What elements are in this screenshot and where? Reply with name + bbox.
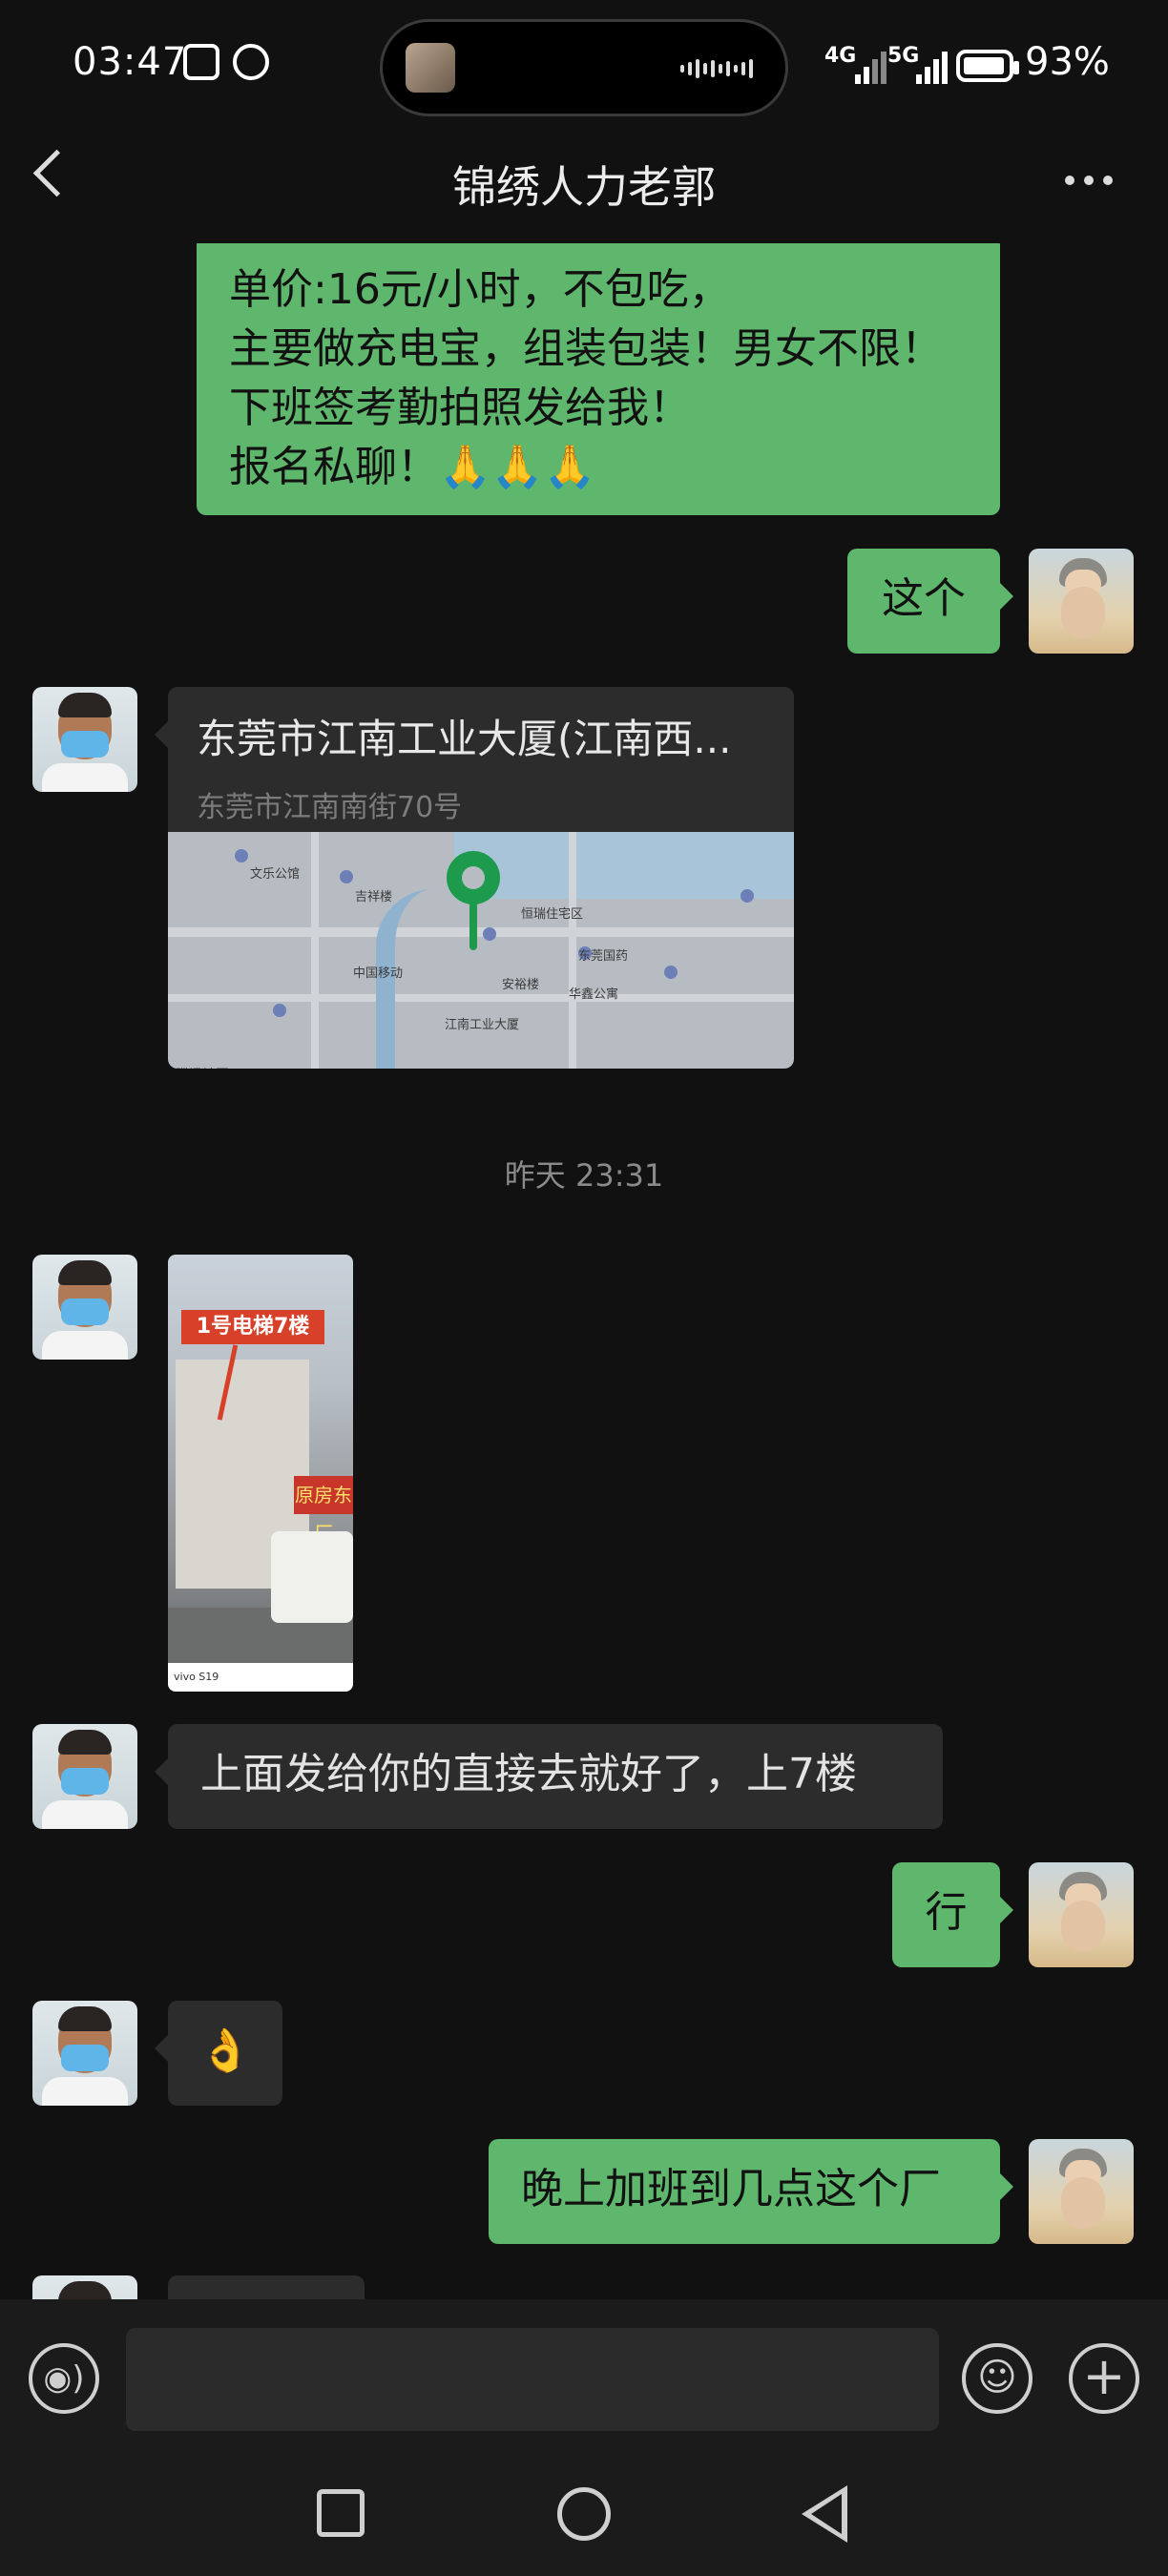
avatar-other[interactable] (32, 2001, 137, 2106)
avatar-other[interactable] (32, 1724, 137, 1829)
media-thumbnail (406, 43, 455, 93)
message-line: 下班签考勤拍照发给我！ (229, 384, 691, 432)
battery-percent: 93% (1025, 40, 1110, 84)
alarm-icon (233, 44, 269, 80)
avatar-self[interactable] (1029, 2139, 1134, 2244)
timestamp: 昨天 23:31 (504, 1157, 664, 1194)
map-pin-icon (447, 851, 500, 904)
photo-banner-text: 原房东厂 (294, 1476, 353, 1545)
nfc-icon (183, 44, 219, 80)
dynamic-island[interactable] (380, 19, 788, 116)
map-label: 恒瑞住宅区 (521, 907, 584, 922)
map-preview[interactable]: 文乐公馆 吉祥楼 江南工业大厦 东莞国药 华鑫公寓 恒瑞住宅区 中国移动 安裕楼… (168, 832, 794, 1069)
signal-icon-1 (855, 46, 886, 84)
location-title: 东莞市江南工业大厦(江南西... (197, 716, 732, 762)
battery-icon (956, 50, 1019, 82)
chat-area[interactable]: 单价:16元/小时，不包吃， 主要做充电宝，组装包装！男女不限！ 下班签考勤拍照… (0, 243, 1168, 2299)
emoji-icon[interactable]: ☺ (962, 2343, 1032, 2414)
photo-sign-text: 1号电梯7楼 (181, 1310, 324, 1344)
network-label-4g: 4G (824, 44, 857, 68)
audio-wave-icon (680, 58, 757, 79)
chat-title: 锦绣人力老郭 (452, 161, 716, 213)
signal-icon-2 (916, 46, 948, 84)
system-navigation-bar (0, 2457, 1168, 2576)
message-bubble-other[interactable]: 👌 (155, 2001, 282, 2106)
map-label: 吉祥楼 (355, 890, 393, 904)
voice-icon[interactable]: ◉) (29, 2343, 99, 2414)
avatar-other[interactable] (32, 1255, 137, 1360)
message-bubble-self[interactable]: 单价:16元/小时，不包吃， 主要做充电宝，组装包装！男女不限！ 下班签考勤拍照… (197, 243, 1000, 515)
recent-apps-icon[interactable] (317, 2489, 365, 2537)
map-credit: 腾讯地图 (176, 1046, 229, 1069)
message-bubble-self[interactable]: 晚上加班到几点这个厂 (489, 2139, 1013, 2244)
message-bubble-self[interactable]: 这个 (847, 549, 1013, 654)
status-time: 03:47 (73, 40, 188, 84)
message-bubble-self[interactable]: 行 (892, 1862, 1013, 1967)
message-bubble-other[interactable]: 上面发给你的直接去就好了，上7楼 (155, 1724, 943, 1829)
more-icon[interactable] (1065, 176, 1113, 185)
location-card[interactable]: 东莞市江南工业大厦(江南西... 东莞市江南南街70号 文乐公馆 吉祥楼 江南工… (155, 687, 794, 1069)
avatar-self[interactable] (1029, 1862, 1134, 1967)
avatar-other[interactable] (32, 687, 137, 792)
input-bar: ◉) ☺ + (0, 2299, 1168, 2457)
status-bar: 03:47 4G 5G 93% (0, 0, 1168, 134)
plus-icon[interactable]: + (1069, 2343, 1139, 2414)
avatar-other[interactable] (32, 2275, 137, 2299)
location-address: 东莞市江南南街70号 (197, 791, 463, 824)
map-label: 华鑫公寓 (569, 987, 619, 1002)
message-line: 报名私聊！🙏🙏🙏 (229, 443, 596, 491)
avatar-self[interactable] (1029, 549, 1134, 654)
home-icon[interactable] (557, 2487, 611, 2541)
message-line: 主要做充电宝，组装包装！男女不限！ (229, 324, 943, 373)
map-label: 安裕楼 (502, 978, 540, 992)
map-label: 文乐公馆 (250, 867, 301, 882)
photo-message[interactable]: 1号电梯7楼 原房东厂 vivo S19 (168, 1255, 353, 1692)
nav-back-icon[interactable] (802, 2485, 847, 2543)
message-input[interactable] (126, 2328, 939, 2431)
message-line: 单价:16元/小时，不包吃， (229, 265, 731, 314)
network-label-5g: 5G (887, 44, 920, 68)
message-bubble-other[interactable] (168, 2275, 365, 2299)
map-label: 中国移动 (353, 966, 404, 981)
photo-footer: vivo S19 (168, 1663, 353, 1692)
